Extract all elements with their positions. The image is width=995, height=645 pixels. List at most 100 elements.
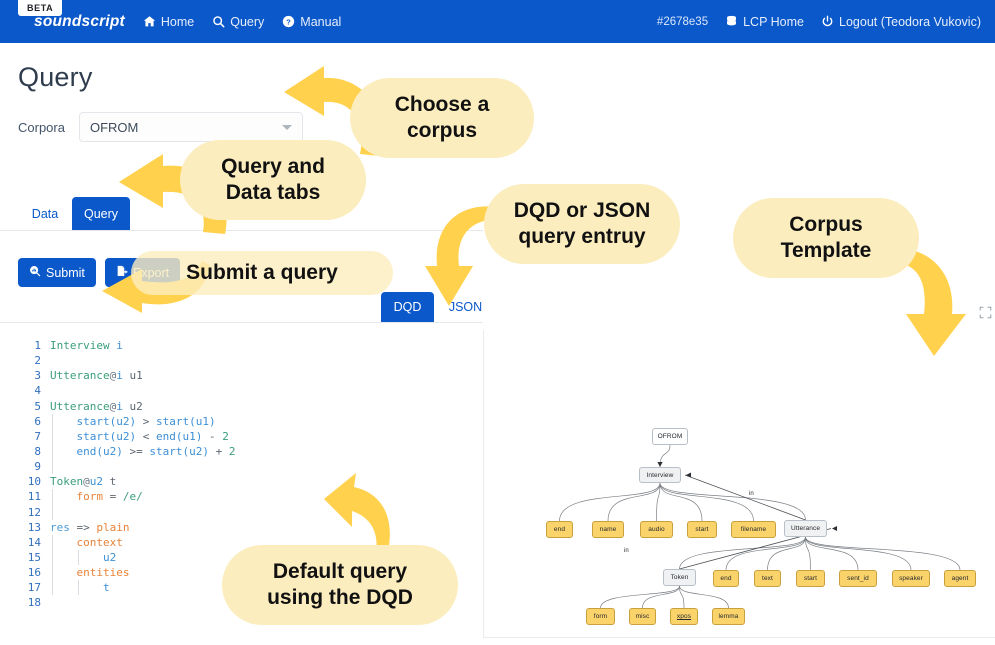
diagram-node-label: agent xyxy=(951,575,969,582)
code-line-text: start(u2) > start(u1) xyxy=(50,413,216,429)
indent-guide xyxy=(78,580,79,596)
code-line: 2 xyxy=(0,353,483,368)
diagram-node-label: Interview xyxy=(646,471,674,479)
diagram-node-form[interactable]: form xyxy=(586,608,615,625)
diagram-node-label: name xyxy=(599,526,617,533)
code-line-text: form = /e/ xyxy=(50,489,143,505)
power-icon xyxy=(821,15,834,28)
indent-guide xyxy=(52,459,53,475)
indent-guide xyxy=(52,549,53,566)
indent-guide xyxy=(52,443,53,460)
diagram-edge xyxy=(600,585,680,609)
nav-link-query[interactable]: Query xyxy=(212,15,264,29)
code-token: (u2) xyxy=(109,429,143,443)
corpora-select-value: OFROM xyxy=(89,119,139,135)
indent-guide xyxy=(52,428,53,444)
code-token: context xyxy=(76,535,123,549)
diagram-node-label: text xyxy=(762,575,773,582)
code-token: 2 xyxy=(222,429,229,443)
nav-link-manual[interactable]: ? Manual xyxy=(282,15,341,29)
submit-button-label: Submit xyxy=(46,265,85,280)
code-token: + xyxy=(215,444,229,458)
code-token: start xyxy=(76,414,110,428)
diagram-edge xyxy=(805,536,961,571)
code-line: 13 res => plain xyxy=(0,520,483,535)
code-token: (u2) xyxy=(109,414,143,428)
diagram-node-label: filename xyxy=(740,526,767,533)
nav-link-query-label: Query xyxy=(230,14,265,29)
diagram-node-misc[interactable]: misc xyxy=(629,608,656,625)
diagram-node-name[interactable]: name xyxy=(592,521,624,538)
diagram-node-lemma[interactable]: lemma xyxy=(712,608,745,625)
diagram-node-label: Utterance xyxy=(790,525,821,532)
nav-link-lcp-home[interactable]: LCP Home xyxy=(725,15,804,29)
code-line: 8 end(u2) >= start(u2) + 2 xyxy=(0,443,483,460)
diagram-node-utterance[interactable]: Utterance xyxy=(784,520,827,537)
code-token: u2 xyxy=(102,550,117,564)
diagram-node-speaker[interactable]: speaker xyxy=(892,570,930,587)
diagram-node-label: sent_id xyxy=(847,575,869,582)
nav-link-home-label: Home xyxy=(160,14,195,29)
diagram-node-end1[interactable]: end xyxy=(546,521,573,538)
code-line: 10 Token@u2 t xyxy=(0,474,483,489)
submit-button[interactable]: Submit xyxy=(18,258,96,287)
code-line-text: context xyxy=(50,534,123,550)
line-number: 5 xyxy=(34,399,41,413)
diagram-node-label: speaker xyxy=(899,575,923,582)
code-line: 11 form = /e/ xyxy=(0,489,483,505)
diagram-node-start2[interactable]: start xyxy=(796,570,825,587)
nav-link-logout[interactable]: Logout (Teodora Vukovic) xyxy=(821,15,981,29)
code-line-text: t xyxy=(50,580,110,596)
code-token: t xyxy=(103,475,117,489)
annotation-default-query-text: Default query using the DQD xyxy=(267,560,413,609)
corpora-label: Corpora xyxy=(18,119,65,135)
annotation-submit-a-query: Submit a query xyxy=(131,251,393,295)
code-token: => xyxy=(69,520,97,534)
line-number: 1 xyxy=(34,339,41,352)
diagram-node-agent[interactable]: agent xyxy=(944,570,976,587)
code-token: (u2) xyxy=(182,444,216,458)
diagram-node-start1[interactable]: start xyxy=(687,521,717,538)
question-circle-icon: ? xyxy=(282,15,295,28)
corpus-template-diagram[interactable]: OFROM Interview end name audio start filename U… xyxy=(484,325,995,638)
diagram-node-label: start xyxy=(803,575,818,582)
code-line: 7 start(u2) < end(u1) - 2 xyxy=(0,428,483,444)
code-token: Interview xyxy=(50,339,110,352)
diagram-edge-label: in xyxy=(749,491,754,497)
line-number: 18 xyxy=(27,596,41,610)
diagram-edge xyxy=(559,482,661,522)
diagram-node-ofrom[interactable]: OFROM xyxy=(652,428,688,445)
diagram-node-filename[interactable]: filename xyxy=(731,521,776,538)
line-number: 12 xyxy=(27,505,41,519)
line-number: 9 xyxy=(34,460,41,474)
code-token: < xyxy=(142,429,156,443)
query-type-tabs: DQD JSON xyxy=(0,292,483,323)
nav-link-home[interactable]: Home xyxy=(143,15,194,29)
fullscreen-icon[interactable] xyxy=(979,306,992,324)
code-token: i xyxy=(116,399,123,413)
diagram-node-audio[interactable]: audio xyxy=(640,521,673,538)
diagram-node-token[interactable]: Token xyxy=(663,569,696,586)
tab-data[interactable]: Data xyxy=(24,197,66,230)
code-token: u2 xyxy=(122,399,143,413)
line-number: 14 xyxy=(27,535,41,549)
code-token: res xyxy=(50,520,70,534)
diagram-edge xyxy=(679,585,685,609)
diagram-node-xpos[interactable]: xpos xyxy=(670,608,698,625)
diagram-node-text[interactable]: text xyxy=(754,570,781,587)
code-token: /e/ xyxy=(122,490,143,504)
line-number: 13 xyxy=(27,520,41,534)
diagram-node-end2[interactable]: end xyxy=(713,570,739,587)
code-token: - xyxy=(209,429,223,443)
code-line: 9 xyxy=(0,459,483,475)
diagram-node-interview[interactable]: Interview xyxy=(639,467,681,483)
code-token: Utterance xyxy=(50,399,110,413)
code-line: 12 xyxy=(0,504,483,520)
diagram-node-sent_id[interactable]: sent_id xyxy=(839,570,877,587)
diagram-node-label: end xyxy=(720,575,732,582)
code-line-text: end(u2) >= start(u2) + 2 xyxy=(50,443,236,460)
